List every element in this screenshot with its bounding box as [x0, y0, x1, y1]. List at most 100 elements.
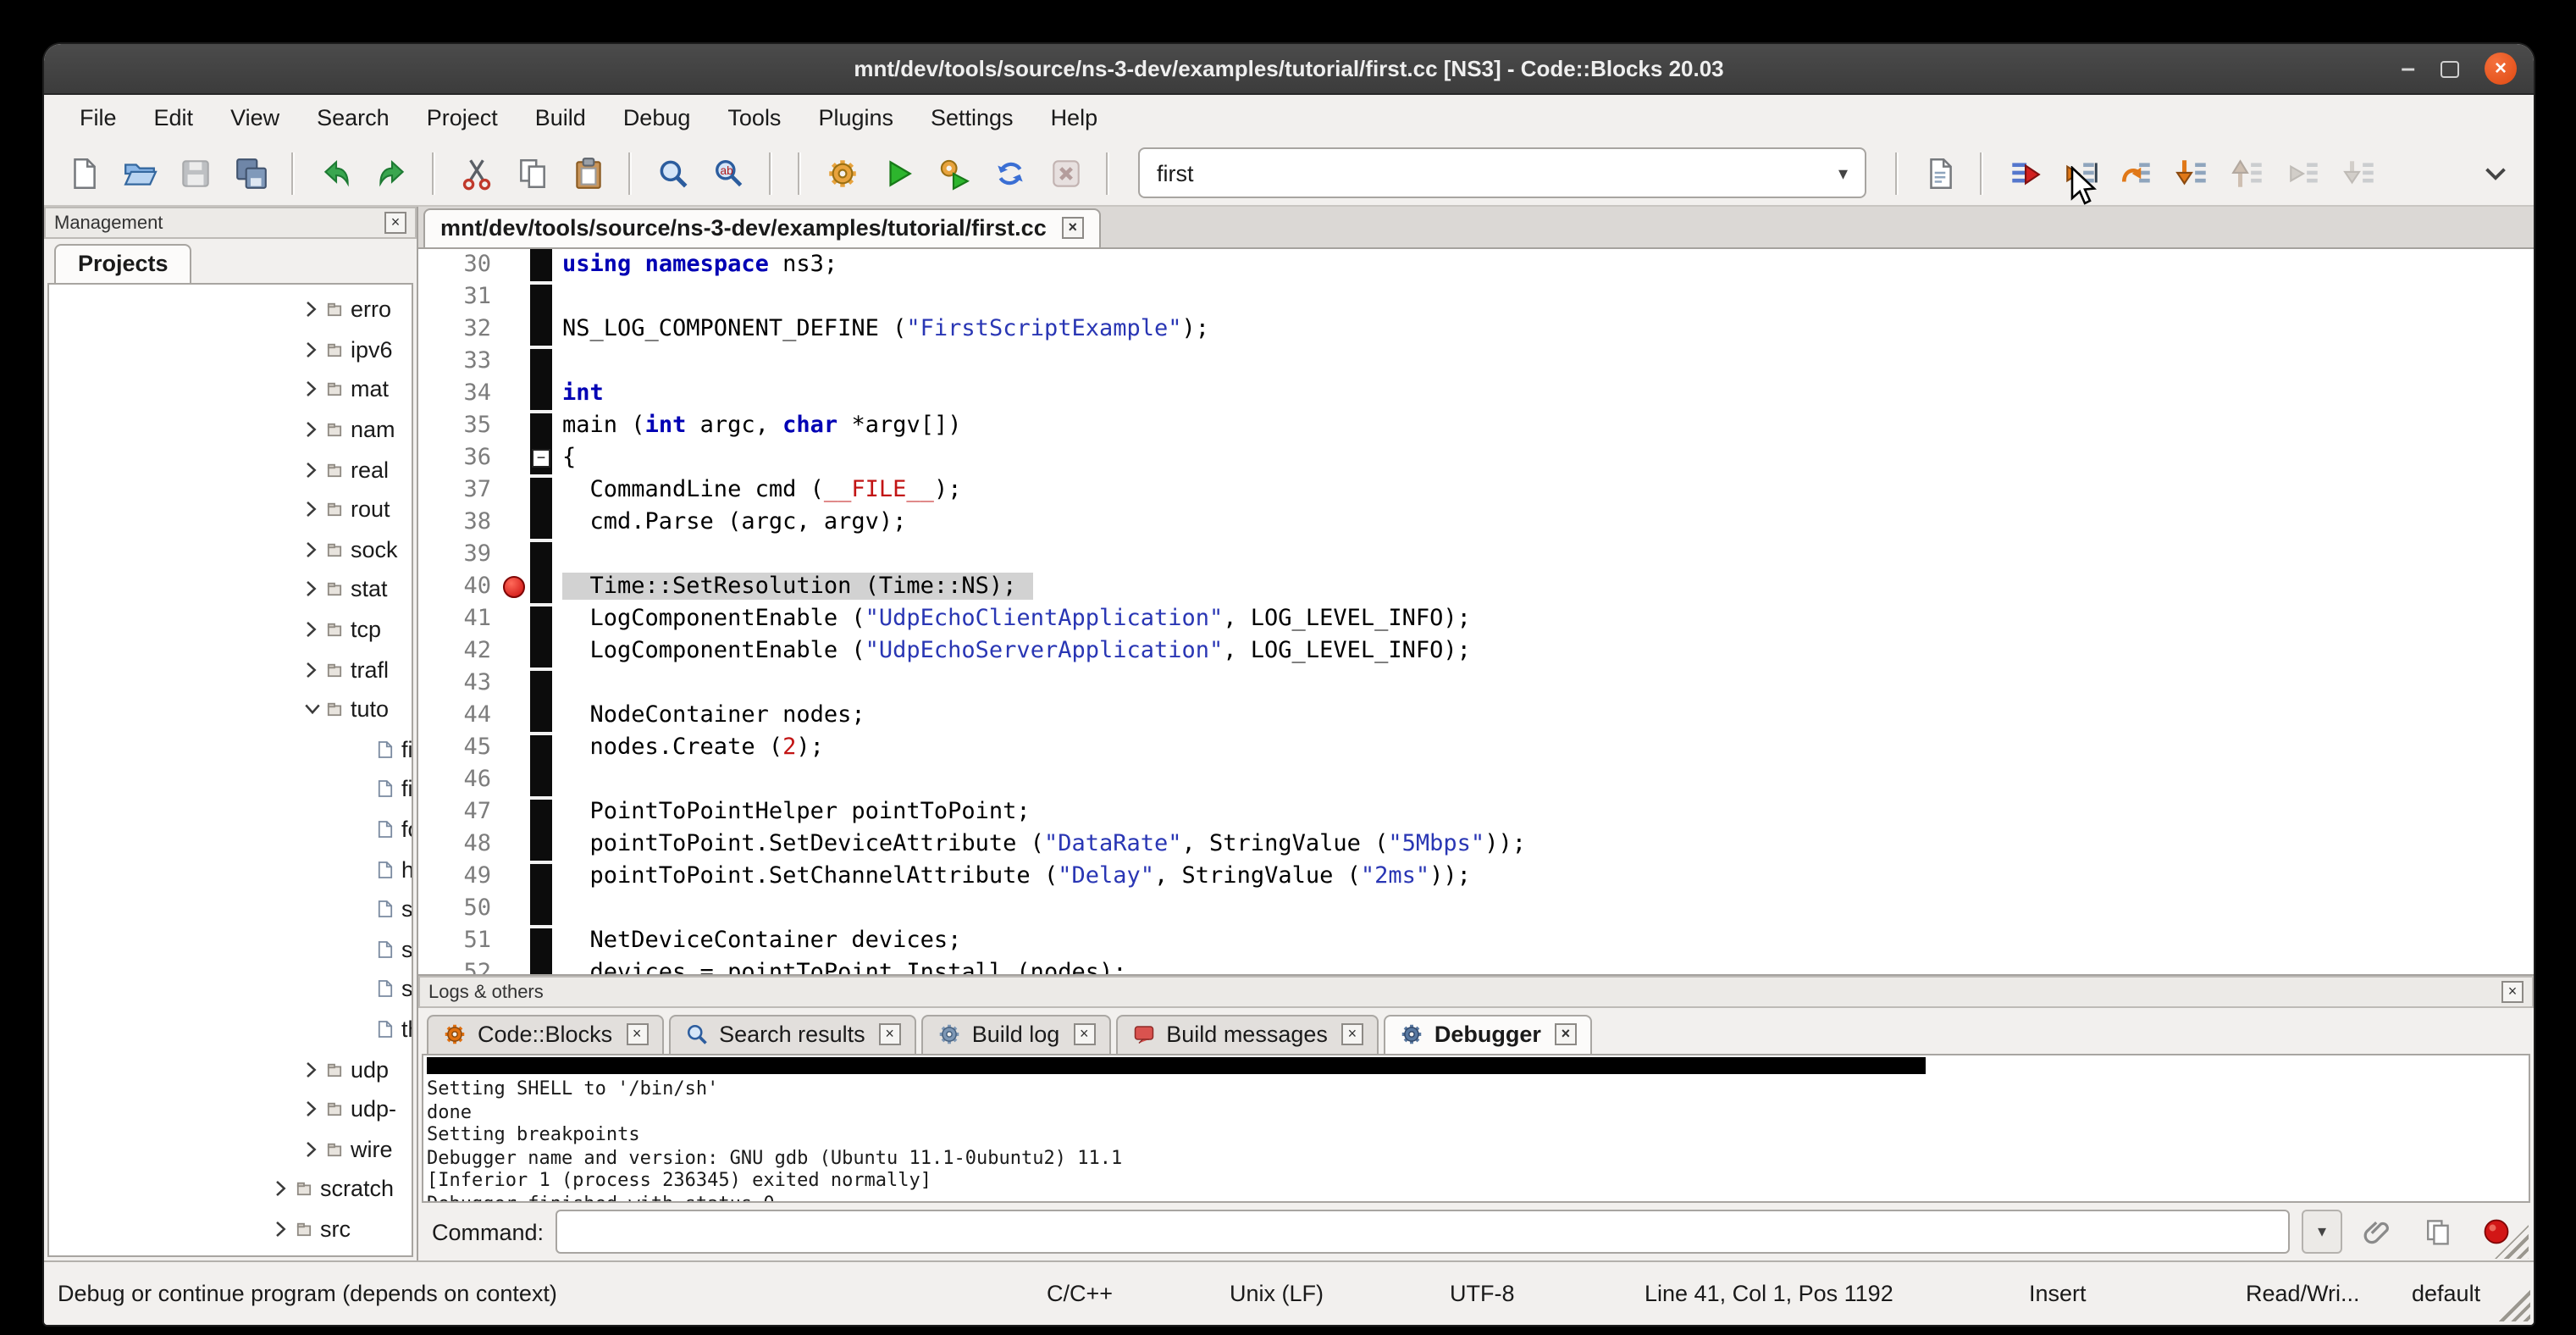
menu-settings[interactable]: Settings: [912, 98, 1032, 137]
editor-tab-first-cc[interactable]: mnt/dev/tools/source/ns-3-dev/examples/t…: [423, 208, 1101, 247]
code-line-37[interactable]: 37 CommandLine cmd (__FILE__);: [418, 474, 2534, 507]
code-line-31[interactable]: 31: [418, 281, 2534, 313]
logs-tab-code-blocks[interactable]: Code::Blocks×: [427, 1015, 663, 1054]
rebuild-icon[interactable]: [984, 147, 1035, 198]
code-line-34[interactable]: 34int: [418, 378, 2534, 410]
code-line-41[interactable]: 41 LogComponentEnable ("UdpEchoClientApp…: [418, 603, 2534, 635]
run-icon[interactable]: [872, 147, 923, 198]
tree-item-ipv6[interactable]: ipv6: [49, 330, 412, 369]
breakpoint-margin[interactable]: [500, 378, 530, 410]
line-number[interactable]: 44: [418, 700, 500, 732]
menu-edit[interactable]: Edit: [135, 98, 213, 137]
tree-item-stat[interactable]: stat: [49, 569, 412, 609]
next-line-icon[interactable]: [2110, 147, 2161, 198]
tab-close-icon[interactable]: ×: [1555, 1023, 1577, 1045]
debug-continue-icon[interactable]: [1998, 147, 2049, 198]
tab-close-icon[interactable]: ×: [626, 1023, 648, 1045]
line-number[interactable]: 49: [418, 861, 500, 893]
menu-debug[interactable]: Debug: [605, 98, 710, 137]
management-close-icon[interactable]: ×: [384, 212, 406, 234]
logs-tab-search-results[interactable]: Search results×: [668, 1015, 916, 1054]
next-instruction-icon[interactable]: [2278, 147, 2329, 198]
build-icon[interactable]: [816, 147, 867, 198]
chevron-right-icon[interactable]: [273, 1220, 296, 1238]
code-line-40[interactable]: 40 Time::SetResolution (Time::NS);: [418, 571, 2534, 603]
tree-item-se[interactable]: se: [49, 889, 412, 929]
line-number[interactable]: 31: [418, 281, 500, 313]
breakpoint-margin[interactable]: [500, 635, 530, 668]
line-number[interactable]: 52: [418, 957, 500, 974]
breakpoint-margin[interactable]: [500, 539, 530, 571]
tab-close-icon[interactable]: ×: [1341, 1023, 1363, 1045]
tree-item-si[interactable]: si: [49, 969, 412, 1009]
chevron-right-icon[interactable]: [303, 1060, 327, 1078]
breakpoint-margin[interactable]: [500, 732, 530, 764]
line-number[interactable]: 40: [418, 571, 500, 603]
tab-close-icon[interactable]: ×: [879, 1023, 901, 1045]
tab-projects[interactable]: Projects: [54, 244, 192, 283]
line-number[interactable]: 39: [418, 539, 500, 571]
line-number[interactable]: 35: [418, 410, 500, 442]
combobox-chevron-icon[interactable]: ▾: [1838, 162, 1848, 184]
chevron-right-icon[interactable]: [303, 301, 327, 319]
menu-file[interactable]: File: [61, 98, 135, 137]
step-into-icon[interactable]: [2166, 147, 2217, 198]
breakpoint-margin[interactable]: [500, 957, 530, 974]
line-number[interactable]: 45: [418, 732, 500, 764]
minimize-icon[interactable]: –: [2401, 60, 2415, 77]
code-line-43[interactable]: 43: [418, 668, 2534, 700]
breakpoint-margin[interactable]: [500, 796, 530, 828]
tree-item-se[interactable]: se: [49, 929, 412, 969]
code-line-39[interactable]: 39: [418, 539, 2534, 571]
tree-item-fir[interactable]: fir: [49, 769, 412, 809]
line-number[interactable]: 33: [418, 346, 500, 378]
tree-item-fo[interactable]: fo: [49, 809, 412, 849]
breakpoint-margin[interactable]: [500, 313, 530, 346]
line-number[interactable]: 51: [418, 925, 500, 957]
line-number[interactable]: 34: [418, 378, 500, 410]
copy-log-icon[interactable]: [2413, 1210, 2461, 1254]
chevron-right-icon[interactable]: [303, 501, 327, 519]
breakpoint-margin[interactable]: [500, 925, 530, 957]
abort-icon[interactable]: [1040, 147, 1091, 198]
breakpoint-margin[interactable]: [500, 474, 530, 507]
code-line-45[interactable]: 45 nodes.Create (2);: [418, 732, 2534, 764]
tree-item-fif[interactable]: fif: [49, 729, 412, 769]
find-icon[interactable]: [647, 147, 698, 198]
redo-icon[interactable]: [366, 147, 417, 198]
undo-icon[interactable]: [310, 147, 361, 198]
tree-item-th[interactable]: th: [49, 1009, 412, 1049]
command-history-chevron-icon[interactable]: ▾: [2302, 1210, 2342, 1254]
titlebar[interactable]: mnt/dev/tools/source/ns-3-dev/examples/t…: [44, 44, 2534, 95]
save-icon[interactable]: [169, 147, 220, 198]
tree-item-tuto[interactable]: tuto: [49, 690, 412, 729]
open-icon[interactable]: [113, 147, 164, 198]
tree-item-nam[interactable]: nam: [49, 410, 412, 450]
code-line-35[interactable]: 35main (int argc, char *argv[]): [418, 410, 2534, 442]
menu-build[interactable]: Build: [517, 98, 605, 137]
line-number[interactable]: 48: [418, 828, 500, 861]
line-number[interactable]: 37: [418, 474, 500, 507]
chevron-right-icon[interactable]: [303, 341, 327, 359]
doc-list-icon[interactable]: [1914, 147, 1965, 198]
tree-item-mat[interactable]: mat: [49, 369, 412, 409]
build-run-icon[interactable]: [928, 147, 979, 198]
chevron-right-icon[interactable]: [303, 540, 327, 559]
line-number[interactable]: 32: [418, 313, 500, 346]
line-number[interactable]: 30: [418, 249, 500, 281]
breakpoint-margin[interactable]: [500, 668, 530, 700]
breakpoint-margin[interactable]: [500, 603, 530, 635]
code-line-36[interactable]: 36−{: [418, 442, 2534, 474]
breakpoint-margin[interactable]: [500, 442, 530, 474]
maximize-icon[interactable]: [2441, 60, 2459, 77]
cut-icon[interactable]: [451, 147, 501, 198]
tree-item-wire[interactable]: wire: [49, 1129, 412, 1169]
line-number[interactable]: 50: [418, 893, 500, 925]
logs-tab-debugger[interactable]: Debugger×: [1384, 1015, 1592, 1054]
breakpoint-margin[interactable]: [500, 346, 530, 378]
chevron-right-icon[interactable]: [303, 1140, 327, 1159]
tree-item-trafl[interactable]: trafl: [49, 650, 412, 690]
breakpoint-margin[interactable]: [500, 249, 530, 281]
code-line-48[interactable]: 48 pointToPoint.SetDeviceAttribute ("Dat…: [418, 828, 2534, 861]
chevron-right-icon[interactable]: [303, 380, 327, 399]
